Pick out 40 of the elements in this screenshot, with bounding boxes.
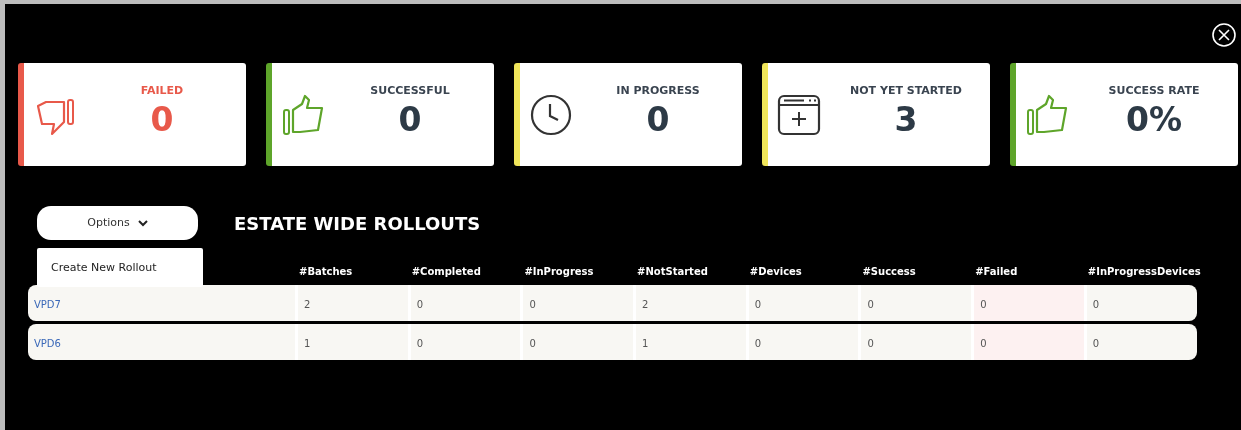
table-cell: 0 — [1083, 285, 1197, 321]
table-cell: 0 — [971, 285, 1084, 321]
stat-label: SUCCESSFUL — [369, 83, 451, 100]
stat-label: NOT YET STARTED — [849, 83, 963, 100]
stat-label: IN PROGRESS — [615, 83, 701, 100]
table-cell: 0 — [520, 285, 634, 321]
stat-value: 0 — [645, 99, 671, 140]
column-header: #Batches — [298, 265, 354, 279]
options-dropdown-button[interactable]: Options — [37, 206, 198, 240]
rollout-link[interactable]: VPD7 — [28, 285, 295, 321]
table-cell: 2 — [295, 285, 408, 321]
section-title: ESTATE WIDE ROLLOUTS — [234, 211, 481, 236]
table-cell: 0 — [971, 324, 1084, 360]
close-icon[interactable] — [1211, 22, 1237, 48]
table-cell: 0 — [858, 324, 972, 360]
table-cell: 0 — [407, 324, 521, 360]
table-cell: 0 — [858, 285, 972, 321]
table-cell: 0 — [1083, 324, 1197, 360]
column-header: #Failed — [974, 265, 1019, 279]
table-cell: 0 — [407, 285, 521, 321]
column-header: #InProgress — [523, 265, 595, 279]
stat-label: FAILED — [139, 83, 185, 100]
table-cell: 1 — [633, 324, 746, 360]
stat-value: 0 — [397, 99, 423, 140]
column-header: #Success — [861, 265, 917, 279]
stat-value: 3 — [893, 99, 919, 140]
table-cell: 0 — [745, 285, 859, 321]
rollout-link[interactable]: VPD6 — [28, 324, 295, 360]
stat-value: 0 — [149, 99, 175, 140]
column-header: #Completed — [410, 265, 482, 279]
table-cell: 1 — [295, 324, 408, 360]
table-cell: 2 — [633, 285, 746, 321]
chevron-down-icon — [137, 219, 148, 227]
table-cell: 0 — [745, 324, 859, 360]
stat-label: SUCCESS RATE — [1107, 83, 1201, 100]
column-header: #NotStarted — [636, 265, 709, 279]
column-header: #Devices — [748, 265, 803, 279]
table-cell: 0 — [520, 324, 634, 360]
stat-value: 0% — [1125, 99, 1183, 140]
dropdown-menu-item[interactable]: Create New Rollout — [37, 248, 203, 287]
